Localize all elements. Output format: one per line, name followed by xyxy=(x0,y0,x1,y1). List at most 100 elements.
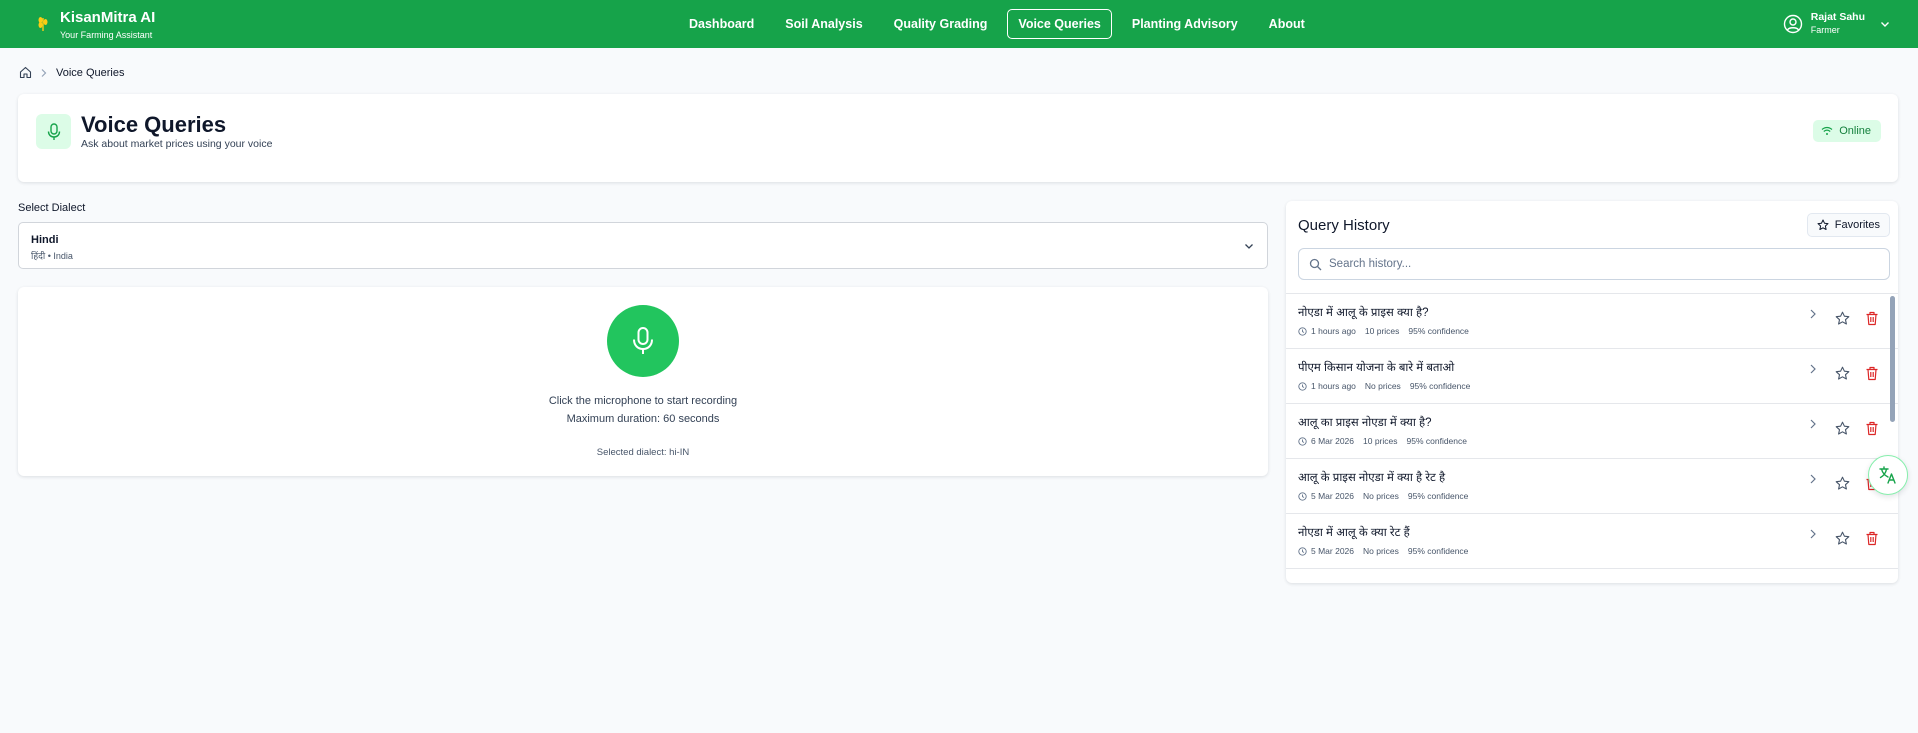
history-meta: 5 Mar 2026 No prices 95% confidence xyxy=(1298,546,1468,556)
selected-dialect: Selected dialect: hi-IN xyxy=(596,447,690,458)
favorites-label: Favorites xyxy=(1834,219,1880,231)
nav-soil-analysis[interactable]: Soil Analysis xyxy=(774,9,873,39)
nav-planting-advisory[interactable]: Planting Advisory xyxy=(1121,9,1249,39)
user-circle-icon xyxy=(1783,14,1802,33)
main-nav: Dashboard Soil Analysis Quality Grading … xyxy=(678,9,1325,39)
history-query: आलू के प्राइस नोएडा में क्या है रेट है xyxy=(1298,472,1446,484)
query-history-panel: Query History Favorites नोएडा में आलू के… xyxy=(1286,201,1898,583)
history-item[interactable]: नोएडा में आलू के प्राइस क्या है? 1 hours … xyxy=(1286,294,1898,349)
recorder-card: Click the microphone to start recording … xyxy=(18,287,1268,476)
history-meta: 5 Mar 2026 No prices 95% confidence xyxy=(1298,491,1468,501)
page-title: Voice Queries xyxy=(81,112,227,137)
nav-about[interactable]: About xyxy=(1258,9,1316,39)
history-prices: No prices xyxy=(1363,491,1399,501)
user-role: Farmer xyxy=(1810,25,1840,35)
history-confidence: 95% confidence xyxy=(1407,491,1469,501)
chevron-right-icon[interactable] xyxy=(1808,528,1818,540)
history-confidence: 95% confidence xyxy=(1407,546,1469,556)
history-time: 5 Mar 2026 xyxy=(1311,546,1354,556)
history-prices: 10 prices xyxy=(1364,326,1400,336)
history-prices: No prices xyxy=(1364,381,1401,391)
record-hint: Click the microphone to start recording xyxy=(548,395,738,407)
history-query: नोएडा में आलू के क्या रेट हैं xyxy=(1298,527,1410,539)
max-duration: Maximum duration: 60 seconds xyxy=(566,413,720,425)
chevron-right-icon[interactable] xyxy=(1808,308,1818,320)
breadcrumb: Voice Queries xyxy=(19,66,124,79)
history-scrollbar[interactable] xyxy=(1890,294,1896,583)
history-list: नोएडा में आलू के प्राइस क्या है? 1 hours … xyxy=(1286,293,1898,583)
user-name: Rajat Sahu xyxy=(1810,11,1865,23)
home-icon[interactable] xyxy=(19,66,32,79)
microphone-icon xyxy=(47,122,60,140)
history-meta: 1 hours ago No prices 95% confidence xyxy=(1298,381,1470,391)
brand-subtitle: Your Farming Assistant xyxy=(60,30,153,40)
favorites-button[interactable]: Favorites xyxy=(1806,213,1890,237)
history-item[interactable]: आलू का प्राइस नोएडा में क्या है? 6 Mar 20… xyxy=(1286,404,1898,459)
history-confidence: 95% confidence xyxy=(1406,436,1468,446)
nav-voice-queries[interactable]: Voice Queries xyxy=(1007,9,1112,39)
page-subtitle: Ask about market prices using your voice xyxy=(81,138,273,150)
history-title: Query History xyxy=(1298,217,1390,234)
chevron-right-icon[interactable] xyxy=(1808,363,1818,375)
status-badge: Online xyxy=(1813,120,1881,142)
star-icon[interactable] xyxy=(1835,476,1850,491)
trash-icon[interactable] xyxy=(1865,366,1879,381)
history-meta: 6 Mar 2026 10 prices 95% confidence xyxy=(1298,436,1467,446)
clock-icon xyxy=(1298,326,1307,336)
clock-icon xyxy=(1298,491,1307,501)
wheat-icon xyxy=(38,17,48,31)
history-time: 6 Mar 2026 xyxy=(1311,436,1354,446)
nav-dashboard[interactable]: Dashboard xyxy=(678,9,765,39)
dialect-select[interactable]: Hindi हिंदी • India xyxy=(18,222,1268,269)
chevron-right-icon[interactable] xyxy=(1808,418,1818,430)
star-icon[interactable] xyxy=(1835,531,1850,546)
clock-icon xyxy=(1298,381,1307,391)
top-navbar: KisanMitra AI Your Farming Assistant Das… xyxy=(0,0,1918,48)
history-item[interactable]: नोएडा में आलू के क्या रेट हैं 5 Mar 2026 N… xyxy=(1286,514,1898,569)
wifi-icon xyxy=(1821,126,1833,135)
star-icon[interactable] xyxy=(1835,366,1850,381)
header-mic-badge xyxy=(36,114,71,149)
translate-button[interactable] xyxy=(1868,455,1908,495)
chevron-down-icon xyxy=(1245,244,1253,249)
chevron-right-icon[interactable] xyxy=(1808,473,1818,485)
clock-icon xyxy=(1298,436,1307,446)
history-time: 1 hours ago xyxy=(1311,326,1356,336)
history-meta: 1 hours ago 10 prices 95% confidence xyxy=(1298,326,1469,336)
dialect-label: Select Dialect xyxy=(18,202,86,214)
star-icon[interactable] xyxy=(1835,311,1850,326)
history-search xyxy=(1298,248,1890,280)
brand[interactable]: KisanMitra AI Your Farming Assistant xyxy=(36,8,155,42)
scrollbar-thumb[interactable] xyxy=(1890,296,1895,422)
history-time: 1 hours ago xyxy=(1311,381,1356,391)
history-item[interactable]: पीएम किसान योजना के बारे में बताओ 1 hours… xyxy=(1286,349,1898,404)
search-icon xyxy=(1309,258,1322,271)
history-item[interactable]: आलू के प्राइस नोएडा में क्या है रेट है 5 … xyxy=(1286,459,1898,514)
history-search-input[interactable] xyxy=(1329,249,1879,279)
history-query: नोएडा में आलू के प्राइस क्या है? xyxy=(1298,307,1429,319)
trash-icon[interactable] xyxy=(1865,421,1879,436)
history-confidence: 95% confidence xyxy=(1408,326,1469,336)
history-prices: 10 prices xyxy=(1363,436,1398,446)
breadcrumb-current: Voice Queries xyxy=(56,66,125,79)
history-query: आलू का प्राइस नोएडा में क्या है? xyxy=(1298,417,1432,429)
history-confidence: 95% confidence xyxy=(1409,381,1471,391)
record-button[interactable] xyxy=(607,305,679,377)
history-query: पीएम किसान योजना के बारे में बताओ xyxy=(1298,362,1455,374)
history-time: 5 Mar 2026 xyxy=(1311,491,1354,501)
translate-icon xyxy=(1879,466,1896,484)
status-text: Online xyxy=(1839,125,1871,137)
microphone-icon xyxy=(633,327,653,354)
trash-icon[interactable] xyxy=(1865,531,1879,546)
page-header-card: Voice Queries Ask about market prices us… xyxy=(18,94,1898,182)
history-prices: No prices xyxy=(1363,546,1399,556)
user-menu[interactable]: Rajat Sahu Farmer xyxy=(1783,11,1891,36)
dialect-native: हिंदी • India xyxy=(31,251,73,261)
chevron-right-icon xyxy=(41,68,47,77)
star-icon[interactable] xyxy=(1835,421,1850,436)
nav-quality-grading[interactable]: Quality Grading xyxy=(883,9,999,39)
brand-title: KisanMitra AI xyxy=(60,9,156,26)
dialect-name: Hindi xyxy=(31,234,59,246)
chevron-down-icon xyxy=(1881,21,1889,27)
trash-icon[interactable] xyxy=(1865,311,1879,326)
